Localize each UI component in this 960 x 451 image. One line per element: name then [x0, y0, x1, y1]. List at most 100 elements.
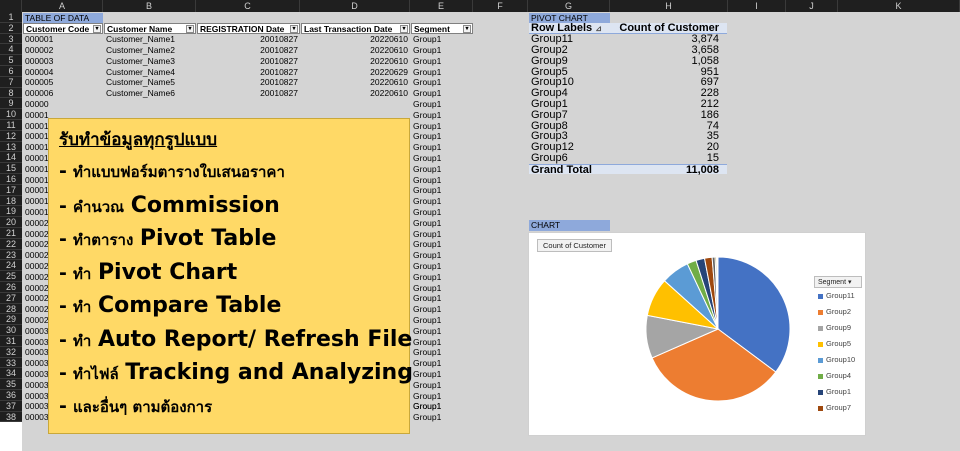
- column-header-g[interactable]: G: [528, 0, 610, 12]
- table-cell[interactable]: Group1: [411, 153, 471, 164]
- table-cell[interactable]: Group1: [411, 218, 471, 229]
- row-header[interactable]: 34: [0, 368, 22, 380]
- filter-icon[interactable]: ⊿: [595, 24, 602, 33]
- row-header[interactable]: 13: [0, 141, 22, 153]
- pivot-row-value[interactable]: 186: [610, 109, 727, 121]
- row-header[interactable]: 15: [0, 163, 22, 174]
- row-header[interactable]: 1: [0, 12, 22, 23]
- row-header[interactable]: 36: [0, 390, 22, 401]
- column-header-e[interactable]: E: [410, 0, 473, 12]
- table-cell[interactable]: Group1: [411, 88, 473, 99]
- table-cell[interactable]: Group1: [411, 358, 471, 369]
- table-cell[interactable]: 20220610: [301, 45, 410, 56]
- table-cell[interactable]: Group1: [411, 45, 473, 56]
- row-header[interactable]: 27: [0, 292, 22, 304]
- table-cell[interactable]: Group1: [411, 34, 473, 45]
- table-cell[interactable]: Group1: [411, 99, 471, 110]
- column-header-h[interactable]: H: [610, 0, 728, 12]
- filter-dropdown-icon[interactable]: ▾: [186, 25, 194, 34]
- table-cell[interactable]: 20220610: [301, 88, 410, 99]
- column-filter-header[interactable]: Customer Name ▾: [104, 23, 196, 35]
- pivot-row-value[interactable]: 1,058: [610, 55, 727, 67]
- row-header[interactable]: 30: [0, 325, 22, 336]
- row-header[interactable]: 2: [0, 22, 22, 34]
- table-cell[interactable]: Group1: [411, 229, 471, 240]
- table-cell[interactable]: 20220610: [301, 56, 410, 67]
- row-header[interactable]: 5: [0, 55, 22, 66]
- table-cell[interactable]: Customer_Name4: [104, 67, 196, 78]
- filter-dropdown-icon[interactable]: ▾: [93, 25, 101, 34]
- table-cell[interactable]: 20220610: [301, 34, 410, 45]
- select-all-corner[interactable]: [0, 0, 22, 12]
- row-header[interactable]: 14: [0, 152, 22, 164]
- table-cell[interactable]: 000006: [23, 88, 103, 99]
- legend-item[interactable]: Group5: [818, 339, 851, 349]
- table-cell[interactable]: Group1: [411, 315, 471, 326]
- legend-item[interactable]: Group10: [818, 355, 855, 365]
- table-cell[interactable]: 20010827: [197, 77, 300, 88]
- legend-filter-button[interactable]: Segment ▾: [814, 276, 862, 288]
- legend-item[interactable]: Group9: [818, 323, 851, 333]
- legend-item[interactable]: Group2: [818, 307, 851, 317]
- pie-slice-group6[interactable]: [716, 256, 719, 330]
- row-header[interactable]: 12: [0, 130, 22, 142]
- table-cell[interactable]: Group1: [411, 239, 471, 250]
- table-cell[interactable]: Customer_Name6: [104, 88, 196, 99]
- row-header[interactable]: 3: [0, 33, 22, 45]
- table-cell[interactable]: Group1: [411, 261, 471, 272]
- column-filter-header[interactable]: REGISTRATION Date ▾: [197, 23, 300, 35]
- row-header[interactable]: 4: [0, 44, 22, 56]
- pivot-row-value[interactable]: 15: [610, 152, 727, 164]
- row-header[interactable]: 37: [0, 400, 22, 412]
- table-cell[interactable]: Group1: [411, 250, 471, 261]
- legend-item[interactable]: Group4: [818, 371, 851, 381]
- row-header[interactable]: 25: [0, 271, 22, 282]
- row-header[interactable]: 29: [0, 314, 22, 326]
- pivot-row-label[interactable]: Group7: [529, 109, 610, 121]
- table-cell[interactable]: Group1: [411, 207, 471, 218]
- table-cell[interactable]: Customer_Name3: [104, 56, 196, 67]
- table-cell[interactable]: Group1: [411, 185, 471, 196]
- table-cell[interactable]: 00000: [23, 99, 53, 110]
- row-header[interactable]: 21: [0, 228, 22, 239]
- row-header[interactable]: 20: [0, 217, 22, 228]
- filter-dropdown-icon[interactable]: ▾: [400, 25, 408, 34]
- table-cell[interactable]: 20010827: [197, 34, 300, 45]
- column-header-a[interactable]: A: [22, 0, 103, 12]
- row-header[interactable]: 6: [0, 66, 22, 77]
- table-cell[interactable]: 000002: [23, 45, 103, 56]
- legend-item[interactable]: Group11: [818, 291, 855, 301]
- table-cell[interactable]: Group1: [411, 283, 471, 294]
- row-header[interactable]: 19: [0, 206, 22, 218]
- row-header[interactable]: 33: [0, 357, 22, 369]
- table-cell[interactable]: Group1: [411, 293, 471, 304]
- row-header[interactable]: 26: [0, 282, 22, 293]
- column-header-d[interactable]: D: [300, 0, 410, 12]
- column-header-j[interactable]: J: [786, 0, 838, 12]
- row-header[interactable]: 32: [0, 346, 22, 358]
- table-cell[interactable]: Group1: [411, 175, 471, 186]
- table-cell[interactable]: Group1: [411, 110, 471, 121]
- table-cell[interactable]: 20010827: [197, 88, 300, 99]
- row-header[interactable]: 38: [0, 411, 22, 423]
- table-cell[interactable]: Customer_Name5: [104, 77, 196, 88]
- table-cell[interactable]: 000005: [23, 77, 103, 88]
- column-header-f[interactable]: F: [473, 0, 528, 12]
- row-header[interactable]: 35: [0, 379, 22, 390]
- column-header-c[interactable]: C: [196, 0, 300, 12]
- legend-item[interactable]: Group1: [818, 387, 851, 397]
- table-cell[interactable]: Group1: [411, 164, 471, 175]
- table-cell[interactable]: Group1: [411, 401, 473, 412]
- row-header[interactable]: 16: [0, 174, 22, 185]
- table-cell[interactable]: Group1: [411, 380, 471, 391]
- pivot-row-label[interactable]: Group6: [529, 152, 610, 164]
- column-header-b[interactable]: B: [103, 0, 196, 12]
- table-cell[interactable]: Group1: [411, 391, 471, 402]
- row-header[interactable]: 31: [0, 336, 22, 347]
- column-header-i[interactable]: I: [728, 0, 786, 12]
- pie-chart[interactable]: Count of Customer Segment ▾ Group11 Group…: [528, 232, 866, 436]
- row-header[interactable]: 7: [0, 76, 22, 88]
- column-header-k[interactable]: K: [838, 0, 960, 12]
- table-cell[interactable]: Group1: [411, 196, 471, 207]
- table-cell[interactable]: 20010827: [197, 45, 300, 56]
